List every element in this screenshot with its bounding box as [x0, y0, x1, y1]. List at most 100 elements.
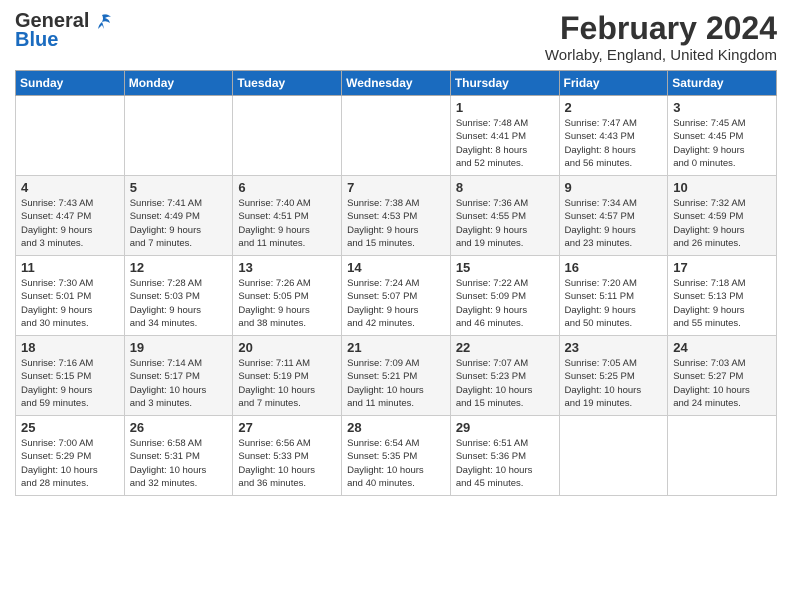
logo: General Blue: [15, 10, 113, 52]
day-detail: Sunrise: 6:58 AM Sunset: 5:31 PM Dayligh…: [130, 437, 228, 490]
header-tuesday: Tuesday: [233, 71, 342, 96]
day-detail: Sunrise: 7:14 AM Sunset: 5:17 PM Dayligh…: [130, 357, 228, 410]
day-number: 3: [673, 100, 771, 115]
day-detail: Sunrise: 7:03 AM Sunset: 5:27 PM Dayligh…: [673, 357, 771, 410]
day-cell: 29 Sunrise: 6:51 AM Sunset: 5:36 PM Dayli…: [450, 416, 559, 496]
day-cell: [233, 96, 342, 176]
day-number: 20: [238, 340, 336, 355]
header-friday: Friday: [559, 71, 668, 96]
header-thursday: Thursday: [450, 71, 559, 96]
header-monday: Monday: [124, 71, 233, 96]
day-cell: 28 Sunrise: 6:54 AM Sunset: 5:35 PM Dayli…: [342, 416, 451, 496]
day-detail: Sunrise: 7:20 AM Sunset: 5:11 PM Dayligh…: [565, 277, 663, 330]
day-detail: Sunrise: 7:16 AM Sunset: 5:15 PM Dayligh…: [21, 357, 119, 410]
day-cell: 14 Sunrise: 7:24 AM Sunset: 5:07 PM Dayli…: [342, 256, 451, 336]
day-number: 29: [456, 420, 554, 435]
day-number: 23: [565, 340, 663, 355]
day-cell: [342, 96, 451, 176]
day-number: 22: [456, 340, 554, 355]
week-row-2: 4Sunrise: 7:43 AM Sunset: 4:47 PM Daylig…: [16, 176, 777, 256]
day-number: 17: [673, 260, 771, 275]
day-cell: 20 Sunrise: 7:11 AM Sunset: 5:19 PM Dayli…: [233, 336, 342, 416]
day-number: 6: [238, 180, 336, 195]
day-detail: Sunrise: 7:18 AM Sunset: 5:13 PM Dayligh…: [673, 277, 771, 330]
day-number: 15: [456, 260, 554, 275]
day-number: 13: [238, 260, 336, 275]
day-cell: 9 Sunrise: 7:34 AM Sunset: 4:57 PM Daylig…: [559, 176, 668, 256]
header-sunday: Sunday: [16, 71, 125, 96]
day-cell: 19 Sunrise: 7:14 AM Sunset: 5:17 PM Dayli…: [124, 336, 233, 416]
day-cell: 8Sunrise: 7:36 AM Sunset: 4:55 PM Daylig…: [450, 176, 559, 256]
week-row-1: 1Sunrise: 7:48 AM Sunset: 4:41 PM Daylig…: [16, 96, 777, 176]
day-cell: 15Sunrise: 7:22 AM Sunset: 5:09 PM Dayli…: [450, 256, 559, 336]
day-number: 16: [565, 260, 663, 275]
day-detail: Sunrise: 7:09 AM Sunset: 5:21 PM Dayligh…: [347, 357, 445, 410]
day-number: 21: [347, 340, 445, 355]
day-cell: 17 Sunrise: 7:18 AM Sunset: 5:13 PM Dayli…: [668, 256, 777, 336]
day-number: 18: [21, 340, 119, 355]
day-detail: Sunrise: 7:00 AM Sunset: 5:29 PM Dayligh…: [21, 437, 119, 490]
day-cell: 1Sunrise: 7:48 AM Sunset: 4:41 PM Daylig…: [450, 96, 559, 176]
day-cell: 25 Sunrise: 7:00 AM Sunset: 5:29 PM Dayli…: [16, 416, 125, 496]
day-cell: 24 Sunrise: 7:03 AM Sunset: 5:27 PM Dayli…: [668, 336, 777, 416]
calendar-table: SundayMondayTuesdayWednesdayThursdayFrid…: [15, 70, 777, 496]
day-cell: 12 Sunrise: 7:28 AM Sunset: 5:03 PM Dayli…: [124, 256, 233, 336]
day-detail: Sunrise: 7:30 AM Sunset: 5:01 PM Dayligh…: [21, 277, 119, 330]
day-cell: [668, 416, 777, 496]
day-detail: Sunrise: 7:26 AM Sunset: 5:05 PM Dayligh…: [238, 277, 336, 330]
day-detail: Sunrise: 7:32 AM Sunset: 4:59 PM Dayligh…: [673, 197, 771, 250]
day-number: 4: [21, 180, 119, 195]
day-cell: 21 Sunrise: 7:09 AM Sunset: 5:21 PM Dayli…: [342, 336, 451, 416]
day-detail: Sunrise: 7:24 AM Sunset: 5:07 PM Dayligh…: [347, 277, 445, 330]
day-cell: 6 Sunrise: 7:40 AM Sunset: 4:51 PM Daylig…: [233, 176, 342, 256]
day-detail: Sunrise: 7:28 AM Sunset: 5:03 PM Dayligh…: [130, 277, 228, 330]
day-detail: Sunrise: 6:51 AM Sunset: 5:36 PM Dayligh…: [456, 437, 554, 490]
day-cell: 7 Sunrise: 7:38 AM Sunset: 4:53 PM Daylig…: [342, 176, 451, 256]
day-cell: 5 Sunrise: 7:41 AM Sunset: 4:49 PM Daylig…: [124, 176, 233, 256]
week-row-5: 25 Sunrise: 7:00 AM Sunset: 5:29 PM Dayli…: [16, 416, 777, 496]
day-number: 19: [130, 340, 228, 355]
day-cell: 2 Sunrise: 7:47 AM Sunset: 4:43 PM Daylig…: [559, 96, 668, 176]
day-cell: 10 Sunrise: 7:32 AM Sunset: 4:59 PM Dayli…: [668, 176, 777, 256]
day-cell: 26 Sunrise: 6:58 AM Sunset: 5:31 PM Dayli…: [124, 416, 233, 496]
header-wednesday: Wednesday: [342, 71, 451, 96]
location-text: Worlaby, England, United Kingdom: [545, 47, 777, 64]
day-number: 25: [21, 420, 119, 435]
calendar-header: SundayMondayTuesdayWednesdayThursdayFrid…: [16, 71, 777, 96]
day-number: 7: [347, 180, 445, 195]
day-cell: 18 Sunrise: 7:16 AM Sunset: 5:15 PM Dayli…: [16, 336, 125, 416]
day-number: 9: [565, 180, 663, 195]
title-block: February 2024 Worlaby, England, United K…: [545, 10, 777, 64]
day-cell: 22Sunrise: 7:07 AM Sunset: 5:23 PM Dayli…: [450, 336, 559, 416]
day-number: 26: [130, 420, 228, 435]
day-number: 8: [456, 180, 554, 195]
day-cell: [559, 416, 668, 496]
day-detail: Sunrise: 7:40 AM Sunset: 4:51 PM Dayligh…: [238, 197, 336, 250]
day-detail: Sunrise: 7:11 AM Sunset: 5:19 PM Dayligh…: [238, 357, 336, 410]
day-number: 11: [21, 260, 119, 275]
month-title: February 2024: [545, 10, 777, 47]
week-row-3: 11 Sunrise: 7:30 AM Sunset: 5:01 PM Dayli…: [16, 256, 777, 336]
day-detail: Sunrise: 7:38 AM Sunset: 4:53 PM Dayligh…: [347, 197, 445, 250]
day-detail: Sunrise: 7:48 AM Sunset: 4:41 PM Dayligh…: [456, 117, 554, 170]
day-number: 14: [347, 260, 445, 275]
day-number: 24: [673, 340, 771, 355]
day-cell: 11 Sunrise: 7:30 AM Sunset: 5:01 PM Dayli…: [16, 256, 125, 336]
page-header: General Blue February 2024 Worlaby, Engl…: [15, 10, 777, 64]
day-detail: Sunrise: 7:41 AM Sunset: 4:49 PM Dayligh…: [130, 197, 228, 250]
day-number: 10: [673, 180, 771, 195]
day-number: 2: [565, 100, 663, 115]
day-number: 12: [130, 260, 228, 275]
week-row-4: 18 Sunrise: 7:16 AM Sunset: 5:15 PM Dayli…: [16, 336, 777, 416]
day-detail: Sunrise: 7:34 AM Sunset: 4:57 PM Dayligh…: [565, 197, 663, 250]
day-detail: Sunrise: 7:47 AM Sunset: 4:43 PM Dayligh…: [565, 117, 663, 170]
day-cell: 23Sunrise: 7:05 AM Sunset: 5:25 PM Dayli…: [559, 336, 668, 416]
day-number: 28: [347, 420, 445, 435]
day-number: 5: [130, 180, 228, 195]
day-cell: 4Sunrise: 7:43 AM Sunset: 4:47 PM Daylig…: [16, 176, 125, 256]
day-detail: Sunrise: 6:54 AM Sunset: 5:35 PM Dayligh…: [347, 437, 445, 490]
logo-blue-text: Blue: [15, 29, 58, 52]
header-saturday: Saturday: [668, 71, 777, 96]
day-cell: 16 Sunrise: 7:20 AM Sunset: 5:11 PM Dayli…: [559, 256, 668, 336]
day-cell: 13 Sunrise: 7:26 AM Sunset: 5:05 PM Dayli…: [233, 256, 342, 336]
